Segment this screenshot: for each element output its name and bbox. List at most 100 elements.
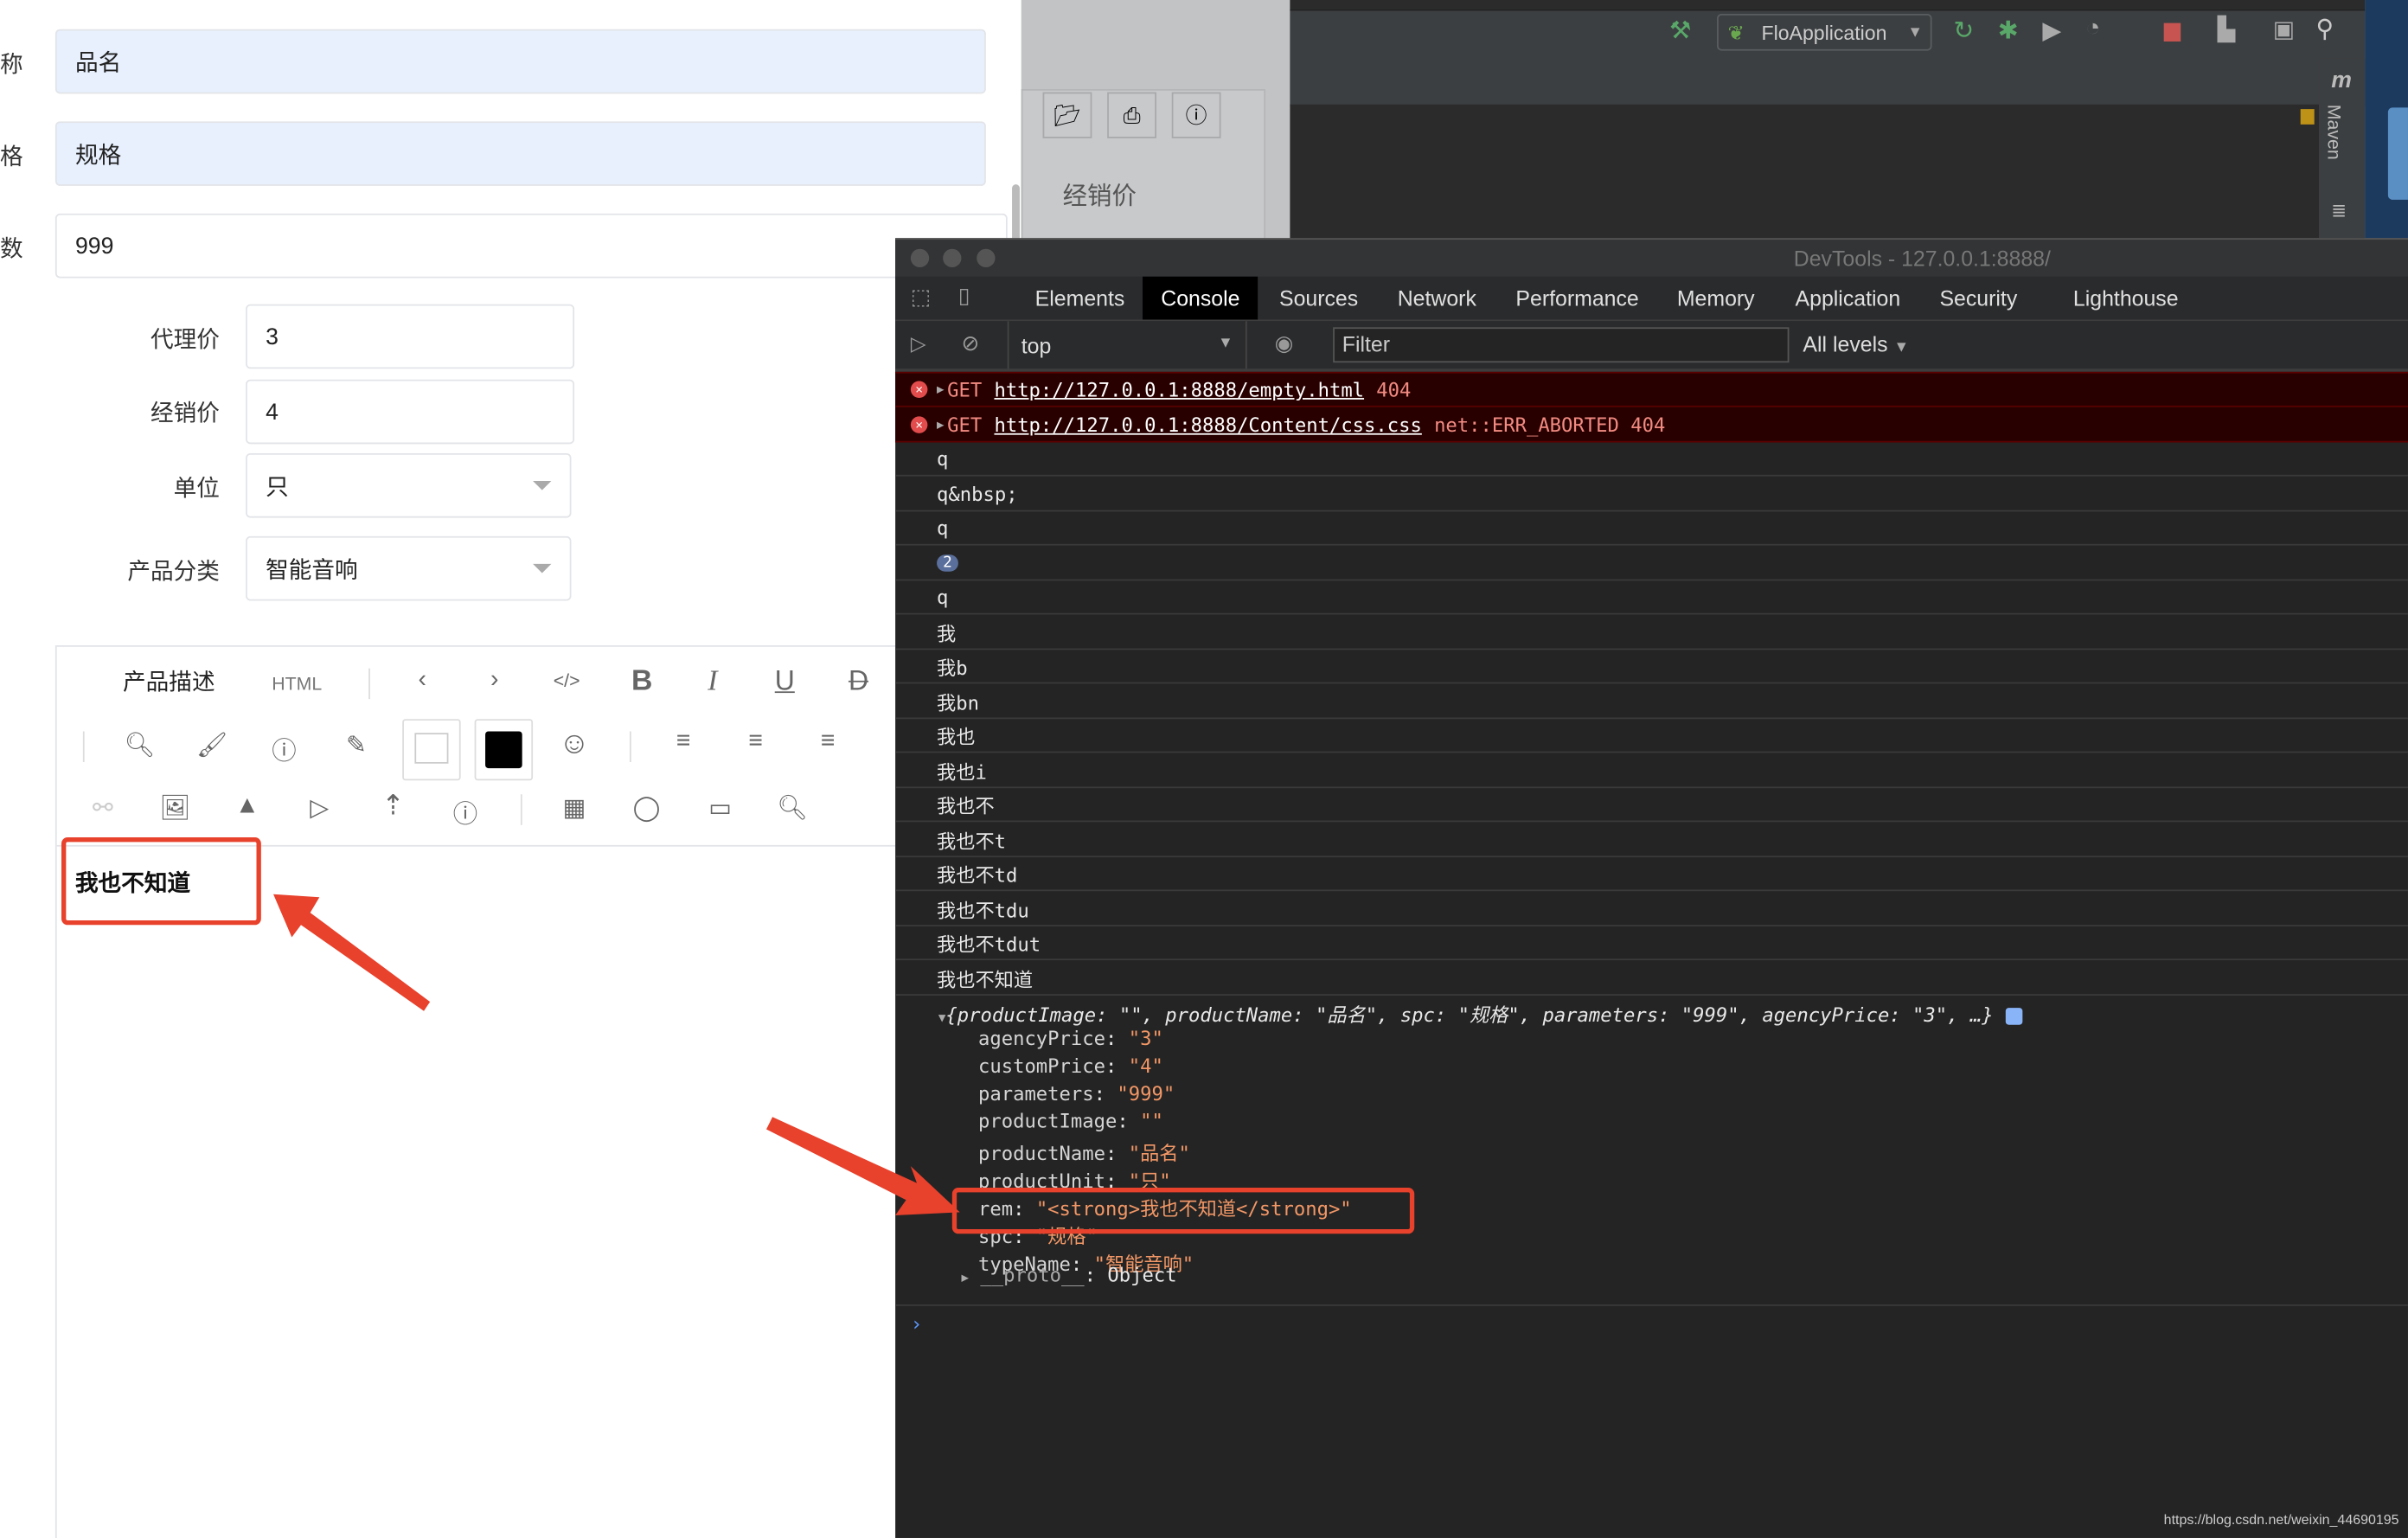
clear-console-icon[interactable]: ⊘ <box>961 330 979 356</box>
log-row: q <box>895 580 2408 615</box>
bold-icon[interactable]: B <box>624 665 661 699</box>
agency-price-input[interactable]: 3 <box>246 304 575 369</box>
info-icon[interactable]: ⓘ <box>266 730 303 767</box>
custom-price-input[interactable]: 4 <box>246 379 575 445</box>
live-expression-icon[interactable]: ◉ <box>1275 330 1294 356</box>
strikethrough-icon[interactable]: D <box>840 665 877 697</box>
image-icon[interactable]: ▲ <box>229 793 266 821</box>
tab-application[interactable]: Application <box>1777 277 1918 320</box>
spec-input[interactable]: 规格 <box>54 121 986 186</box>
proto-row[interactable]: ▶ __proto__: Object <box>961 1263 1176 1286</box>
tab-sources[interactable]: Sources <box>1261 277 1377 320</box>
info-italic-icon[interactable]: ⓘ <box>447 793 484 830</box>
expand-icon[interactable]: ▶ <box>937 417 945 431</box>
maximize-window-button[interactable] <box>977 248 996 268</box>
product-name-input[interactable]: 品名 <box>54 29 986 94</box>
log-row: 2 <box>895 546 2408 580</box>
toolbar-divider <box>82 731 85 762</box>
background-color-button[interactable] <box>402 719 461 781</box>
align-right-icon[interactable]: ≡ <box>810 728 847 756</box>
underline-icon[interactable]: U <box>766 665 804 697</box>
spring-icon: ❦ <box>1727 21 1745 45</box>
tab-performance[interactable]: Performance <box>1497 277 1657 320</box>
expand-icon[interactable]: ▶ <box>937 382 945 396</box>
property-value: "999" <box>1117 1081 1175 1105</box>
object-summary-row[interactable]: ▼{productImage: "", productName: "品名", s… <box>938 999 2022 1029</box>
debug-icon[interactable]: ✱ <box>1998 16 2019 47</box>
inspect-icon[interactable]: ⬚ <box>911 285 931 311</box>
pencil-icon[interactable]: ✎ <box>338 730 375 761</box>
unit-select[interactable]: 只 <box>246 452 572 518</box>
find-icon[interactable]: 🔍︎ <box>774 793 811 824</box>
html-button[interactable]: HTML <box>272 673 322 695</box>
category-label: 产品分类 <box>127 559 220 586</box>
editor-label: 产品描述 <box>123 670 215 696</box>
property-key: parameters <box>977 1081 1094 1105</box>
run-config-select[interactable]: ❦ FloApplication ▼ <box>1717 13 1932 51</box>
upload-icon[interactable]: ⇡ <box>375 790 412 822</box>
agency-price-label: 代理价 <box>150 327 220 354</box>
console-prompt[interactable]: › <box>895 1308 2408 1538</box>
profile-icon[interactable]: ◔ <box>2085 16 2100 43</box>
search-icon[interactable]: ⚲ <box>2315 14 2334 45</box>
export-icon[interactable]: 📂︎ <box>1042 92 1092 138</box>
align-center-icon[interactable]: ≡ <box>737 728 774 756</box>
filter-input[interactable]: Filter <box>1333 327 1790 363</box>
unlink-icon[interactable]: ⚯ <box>85 793 122 824</box>
log-text: 我也不tdut <box>937 932 1041 956</box>
table-icon[interactable]: ▦ <box>556 793 593 824</box>
sidebar-toggle-icon[interactable]: ▷ <box>911 332 926 356</box>
stop-icon[interactable] <box>2163 22 2181 42</box>
undo-icon[interactable]: ‹ <box>404 667 441 695</box>
italic-icon[interactable]: I <box>695 665 732 699</box>
print-icon[interactable]: ⎙ <box>1107 92 1156 138</box>
emoji-icon[interactable]: ☺ <box>556 727 593 762</box>
device-toggle-icon[interactable]: ▯ <box>958 283 970 309</box>
terminal-icon[interactable]: ▣ <box>2273 16 2295 43</box>
toolbar-divider <box>520 794 522 825</box>
tab-lighthouse[interactable]: Lighthouse <box>2055 277 2197 320</box>
tab-network[interactable]: Network <box>1379 277 1495 320</box>
log-text: 我 <box>937 621 957 645</box>
context-select[interactable]: top ▼ <box>1007 321 1247 369</box>
property-value: "3" <box>1128 1026 1163 1050</box>
video-icon[interactable]: ▷ <box>301 793 338 824</box>
context-value: top <box>1021 333 1052 358</box>
levels-select[interactable]: All levels ▼ <box>1803 332 1909 356</box>
window-icon[interactable]: ▭ <box>701 793 739 824</box>
log-text: q <box>937 446 949 471</box>
comment-icon[interactable]: ◯ <box>628 793 665 824</box>
image-gallery-icon[interactable]: 🖼︎ <box>157 793 194 824</box>
tab-console[interactable]: Console <box>1142 276 1258 320</box>
error-url[interactable]: http://127.0.0.1:8888/Content/css.css <box>994 413 1421 436</box>
log-row: 我也i <box>895 753 2408 788</box>
align-left-icon[interactable]: ≡ <box>665 728 702 756</box>
info-badge-icon <box>2004 1008 2022 1025</box>
category-select[interactable]: 智能音响 <box>246 535 572 601</box>
run-config-name: FloApplication <box>1761 21 1887 45</box>
rerun-icon[interactable]: ↻ <box>1953 16 1974 47</box>
property-value: "品名" <box>1128 1141 1190 1165</box>
maven-sidebar[interactable]: m Maven ≣ <box>2319 58 2366 239</box>
chevron-down-icon: ▼ <box>1218 335 1233 352</box>
tab-security[interactable]: Security <box>1921 277 2035 320</box>
build-icon[interactable]: ⚒ <box>1669 16 1691 47</box>
tab-elements[interactable]: Elements <box>1016 277 1143 320</box>
error-url[interactable]: http://127.0.0.1:8888/empty.html <box>994 378 1364 401</box>
log-text: 我也 <box>937 725 976 749</box>
format-brush-icon[interactable]: 🖌︎ <box>194 730 231 761</box>
code-icon[interactable]: </> <box>548 670 586 691</box>
tab-memory[interactable]: Memory <box>1659 277 1773 320</box>
console-toolbar: ▷ ⊘ top ▼ ◉ Filter All levels ▼ <box>895 321 2408 372</box>
redo-icon[interactable]: › <box>476 667 513 695</box>
close-window-button[interactable] <box>910 248 930 268</box>
search-icon[interactable]: 🔍︎ <box>121 730 158 761</box>
log-row: 我也不 <box>895 788 2408 823</box>
font-color-button[interactable] <box>474 719 534 781</box>
project-structure-icon[interactable]: ▙ <box>2218 16 2236 43</box>
log-row: 我bn <box>895 684 2408 719</box>
parameters-input[interactable]: 999 <box>54 213 1008 279</box>
info-icon[interactable]: ⓘ <box>1171 92 1221 138</box>
coverage-icon[interactable]: ▶ <box>2042 16 2061 47</box>
minimize-window-button[interactable] <box>943 248 962 268</box>
